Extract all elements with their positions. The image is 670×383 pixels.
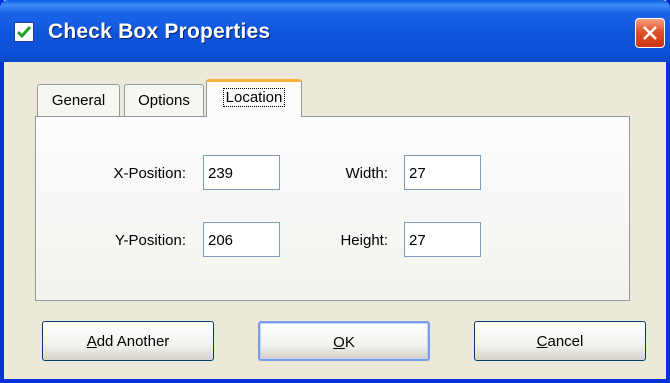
cancel-button[interactable]: Cancel: [474, 321, 646, 361]
y-position-input[interactable]: 206: [203, 222, 280, 257]
height-input[interactable]: 27: [404, 222, 481, 257]
height-label: Height:: [340, 232, 388, 249]
window-title: Check Box Properties: [48, 20, 271, 43]
tab-options[interactable]: Options: [124, 84, 204, 116]
location-panel: X-Position: 239 Width: 27 Y-Position: 20…: [35, 116, 630, 301]
title-bar[interactable]: Check Box Properties: [0, 0, 670, 62]
close-icon: [643, 26, 657, 40]
width-input[interactable]: 27: [404, 155, 481, 190]
y-position-label: Y-Position:: [114, 232, 186, 249]
tab-general-label: General: [51, 92, 106, 109]
tab-general[interactable]: General: [37, 84, 120, 116]
ok-label: K: [344, 334, 355, 351]
checkbox-icon: [14, 22, 34, 42]
x-position-label: X-Position:: [113, 165, 186, 182]
x-position-input[interactable]: 239: [203, 155, 280, 190]
tab-location[interactable]: Location: [206, 79, 302, 117]
add-another-mnemonic: A: [86, 333, 97, 350]
cancel-label: ancel: [547, 333, 584, 350]
tab-location-label: Location: [222, 88, 286, 107]
ok-mnemonic: O: [333, 334, 345, 351]
add-another-label: dd Another: [96, 333, 170, 350]
add-another-button[interactable]: Add Another: [42, 321, 214, 361]
width-label: Width:: [345, 165, 388, 182]
tab-options-label: Options: [138, 92, 190, 109]
close-button[interactable]: [635, 18, 665, 48]
cancel-mnemonic: C: [536, 333, 548, 350]
ok-button[interactable]: OK: [258, 321, 430, 361]
